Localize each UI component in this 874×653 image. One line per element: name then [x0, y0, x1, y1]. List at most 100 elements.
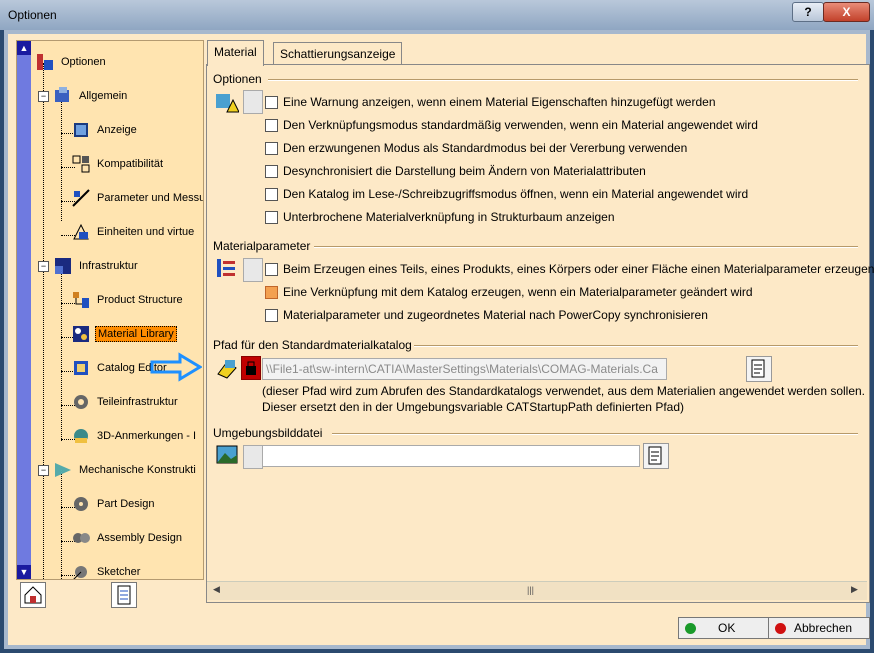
- options-icon: [35, 52, 55, 72]
- help-button[interactable]: ?: [792, 2, 824, 22]
- ok-button[interactable]: OK: [678, 617, 778, 639]
- tab-schattierungsanzeige[interactable]: Schattierungsanzeige: [273, 42, 403, 65]
- lock-icon: [246, 361, 256, 375]
- annotation-arrow-icon: [150, 352, 202, 382]
- tree-item-anzeige[interactable]: Anzeige: [71, 120, 139, 140]
- title-bar: Optionen ? X: [0, 0, 874, 30]
- checkbox[interactable]: [265, 285, 278, 299]
- checkbox[interactable]: [265, 262, 278, 276]
- materialparameter-group-title: Materialparameter: [213, 239, 311, 253]
- gear-icon: [71, 392, 91, 412]
- cancel-icon: [775, 622, 786, 634]
- tree-item-einheiten[interactable]: Einheiten und virtue: [71, 222, 196, 242]
- scroll-up-icon[interactable]: ▲: [17, 41, 31, 55]
- browse-icon: [751, 359, 765, 378]
- param-link-catalog[interactable]: Eine Verknüpfung mit dem Katalog erzeuge…: [265, 285, 753, 299]
- tree-item-sketcher[interactable]: Sketcher: [71, 562, 142, 579]
- pfad-group-title: Pfad für den Standardmaterialkatalog: [213, 338, 412, 352]
- warning-material-icon: [215, 90, 240, 113]
- material-library-icon: [71, 324, 91, 344]
- param-create-on-part[interactable]: Beim Erzeugen eines Teils, eines Produkt…: [265, 262, 874, 276]
- option-broken-link[interactable]: Unterbrochene Materialverknüpfung in Str…: [265, 210, 615, 224]
- divider: [414, 345, 858, 347]
- options-group-title: Optionen: [213, 72, 262, 86]
- lock-button[interactable]: [243, 258, 263, 282]
- infrastructure-icon: [53, 256, 73, 276]
- tab-material[interactable]: Material: [207, 40, 264, 66]
- scroll-down-icon[interactable]: ▼: [17, 565, 31, 579]
- cancel-button[interactable]: Abbrechen: [768, 617, 870, 639]
- checkbox[interactable]: [265, 95, 278, 109]
- checkbox[interactable]: [265, 141, 278, 155]
- tree-item-material-library[interactable]: Material Library: [71, 324, 177, 344]
- panel-hscrollbar[interactable]: ◀ ||| ▶: [207, 581, 867, 600]
- tree-item-optionen[interactable]: Optionen: [35, 52, 108, 72]
- catalog-path-icon: [215, 356, 237, 379]
- checkbox[interactable]: [265, 187, 278, 201]
- umgebung-group-title: Umgebungsbilddatei: [213, 426, 323, 440]
- tree-item-part-design[interactable]: Part Design: [71, 494, 156, 514]
- environment-image-input[interactable]: [262, 445, 640, 467]
- collapse-allgemein-icon[interactable]: −: [38, 91, 49, 102]
- option-warn-properties[interactable]: Eine Warnung anzeigen, wenn einem Materi…: [265, 95, 716, 109]
- tree-item-assembly-design[interactable]: Assembly Design: [71, 528, 184, 548]
- tree-item-teileinfrastruktur[interactable]: Teileinfrastruktur: [71, 392, 180, 412]
- checkbox[interactable]: [265, 164, 278, 178]
- ok-icon: [685, 622, 696, 634]
- parameters-icon: [71, 188, 91, 208]
- options-tree[interactable]: ▲ ▼ Optionen − Allgemein Anzeige Kompati…: [16, 40, 204, 580]
- option-desync[interactable]: Desynchronisiert die Darstellung beim Än…: [265, 164, 646, 178]
- option-link-mode[interactable]: Den Verknüpfungsmodus standardmäßig verw…: [265, 118, 758, 132]
- lock-button-locked[interactable]: [241, 356, 261, 380]
- close-button[interactable]: X: [823, 2, 870, 22]
- scroll-left-icon[interactable]: ◀: [213, 584, 220, 595]
- compatibility-icon: [71, 154, 91, 174]
- scroll-grip-icon[interactable]: |||: [527, 585, 534, 595]
- tree-item-parameter[interactable]: Parameter und Messu: [71, 188, 203, 208]
- tree-item-product-structure[interactable]: Product Structure: [71, 290, 185, 310]
- annotation-icon: [71, 426, 91, 446]
- part-design-icon: [71, 494, 91, 514]
- window-title: Optionen: [8, 8, 57, 22]
- environment-image-icon: [215, 443, 238, 465]
- product-structure-icon: [71, 290, 91, 310]
- tree-item-mechanische-konstruktion[interactable]: Mechanische Konstrukti: [53, 460, 198, 480]
- param-powercopy-sync[interactable]: Materialparameter und zugeordnetes Mater…: [265, 308, 708, 322]
- pfad-note-line2: Dieser ersetzt den in der Umgebungsvaria…: [262, 400, 684, 414]
- tree-selection: Material Library: [95, 326, 177, 342]
- lock-button[interactable]: [243, 445, 263, 469]
- browse-environment-button[interactable]: [643, 443, 669, 469]
- catalog-editor-icon: [71, 358, 91, 378]
- lock-button[interactable]: [243, 90, 263, 114]
- display-icon: [71, 120, 91, 140]
- export-icon: [117, 585, 131, 605]
- divider: [332, 433, 858, 435]
- pfad-note-line1: (dieser Pfad wird zum Abrufen des Standa…: [262, 384, 866, 398]
- units-icon: [71, 222, 91, 242]
- assembly-icon: [71, 528, 91, 548]
- scroll-right-icon[interactable]: ▶: [851, 584, 858, 595]
- collapse-infrastruktur-icon[interactable]: −: [38, 261, 49, 272]
- collapse-mechanische-icon[interactable]: −: [38, 465, 49, 476]
- tree-item-allgemein[interactable]: Allgemein: [53, 86, 129, 106]
- mechanical-icon: [53, 460, 73, 480]
- tree-item-3d-anmerkungen[interactable]: 3D-Anmerkungen - I: [71, 426, 198, 446]
- sketcher-icon: [71, 562, 91, 579]
- material-parameter-icon: [215, 256, 237, 278]
- general-icon: [53, 86, 73, 106]
- divider: [268, 79, 858, 81]
- checkbox[interactable]: [265, 308, 278, 322]
- option-readwrite[interactable]: Den Katalog im Lese-/Schreibzugriffsmodu…: [265, 187, 748, 201]
- browse-catalog-button[interactable]: [746, 356, 772, 382]
- divider: [314, 246, 858, 248]
- checkbox[interactable]: [265, 210, 278, 224]
- tree-item-infrastruktur[interactable]: Infrastruktur: [53, 256, 140, 276]
- tree-scrollbar[interactable]: ▲ ▼: [17, 41, 31, 579]
- tree-home-button[interactable]: [20, 582, 46, 608]
- checkbox[interactable]: [265, 118, 278, 132]
- catalog-path-input[interactable]: \\File1-at\sw-intern\CATIA\MasterSetting…: [262, 358, 667, 380]
- tree-item-kompatibilitaet[interactable]: Kompatibilität: [71, 154, 165, 174]
- home-icon: [24, 586, 42, 604]
- option-forced-mode[interactable]: Den erzwungenen Modus als Standardmodus …: [265, 141, 687, 155]
- tree-export-button[interactable]: [111, 582, 137, 608]
